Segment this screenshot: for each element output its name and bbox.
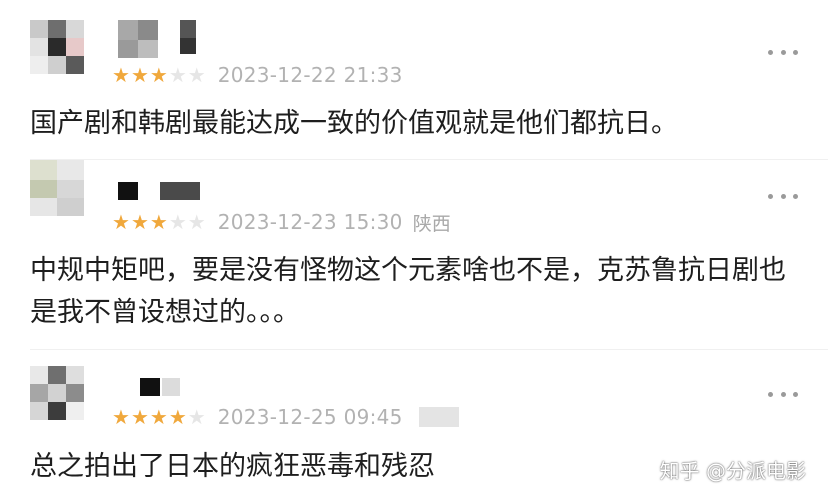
username-redacted[interactable] — [118, 378, 188, 404]
more-dots-icon[interactable] — [768, 384, 798, 404]
star-rating: ★ ★ ★ ★ ★ — [112, 65, 206, 85]
username-redacted[interactable] — [118, 20, 208, 58]
comment-date: 2023-12-22 21:33 — [217, 63, 403, 87]
star-icon: ★ — [168, 210, 187, 234]
avatar[interactable] — [30, 160, 84, 216]
star-icon: ★ — [149, 63, 168, 87]
star-icon: ★ — [112, 210, 130, 234]
comment-date: 2023-12-25 09:45 — [217, 405, 403, 429]
comment-date: 2023-12-23 15:30 — [217, 210, 403, 234]
comment-text: 国产剧和韩剧最能达成一致的价值观就是他们都抗日。 — [30, 108, 678, 139]
star-icon: ★ — [149, 405, 168, 429]
star-icon: ★ — [130, 63, 149, 87]
comment-item: ★ ★ ★ ★ ★ 2023-12-23 15:30 陕西 中规中矩吧，要是没有怪物这个… — [0, 160, 828, 350]
more-dots-icon[interactable] — [768, 186, 798, 206]
watermark: 知乎 @分派电影 — [659, 459, 806, 483]
star-icon: ★ — [187, 63, 206, 87]
star-rating: ★ ★ ★ ★ ★ — [112, 212, 206, 232]
comment-location: 陕西 — [412, 212, 451, 235]
more-dots-icon[interactable] — [768, 42, 798, 62]
star-icon: ★ — [187, 210, 206, 234]
avatar[interactable] — [30, 366, 84, 420]
comment-meta: ★ ★ ★ ★ ★ 2023-12-25 09:45 — [112, 405, 459, 429]
star-icon: ★ — [130, 210, 149, 234]
star-icon: ★ — [112, 405, 130, 429]
location-redacted — [418, 407, 459, 427]
star-icon: ★ — [168, 63, 187, 87]
comment-text: 中规中矩吧，要是没有怪物这个元素啥也不是，克苏鲁抗日剧也是我不曾设想过的。。。 — [30, 255, 786, 328]
star-icon: ★ — [130, 405, 149, 429]
star-rating: ★ ★ ★ ★ ★ — [112, 407, 206, 427]
avatar[interactable] — [30, 20, 84, 74]
comment-item: ★ ★ ★ ★ ★ 2023-12-22 21:33 国产剧和韩剧最能达成一致的价值观就… — [0, 0, 828, 160]
username-redacted[interactable] — [118, 182, 208, 208]
star-icon: ★ — [112, 63, 130, 87]
star-icon: ★ — [168, 405, 187, 429]
star-icon: ★ — [149, 210, 168, 234]
comment-meta: ★ ★ ★ ★ ★ 2023-12-22 21:33 — [112, 63, 403, 87]
star-icon: ★ — [187, 405, 206, 429]
comment-meta: ★ ★ ★ ★ ★ 2023-12-23 15:30 陕西 — [112, 210, 451, 235]
